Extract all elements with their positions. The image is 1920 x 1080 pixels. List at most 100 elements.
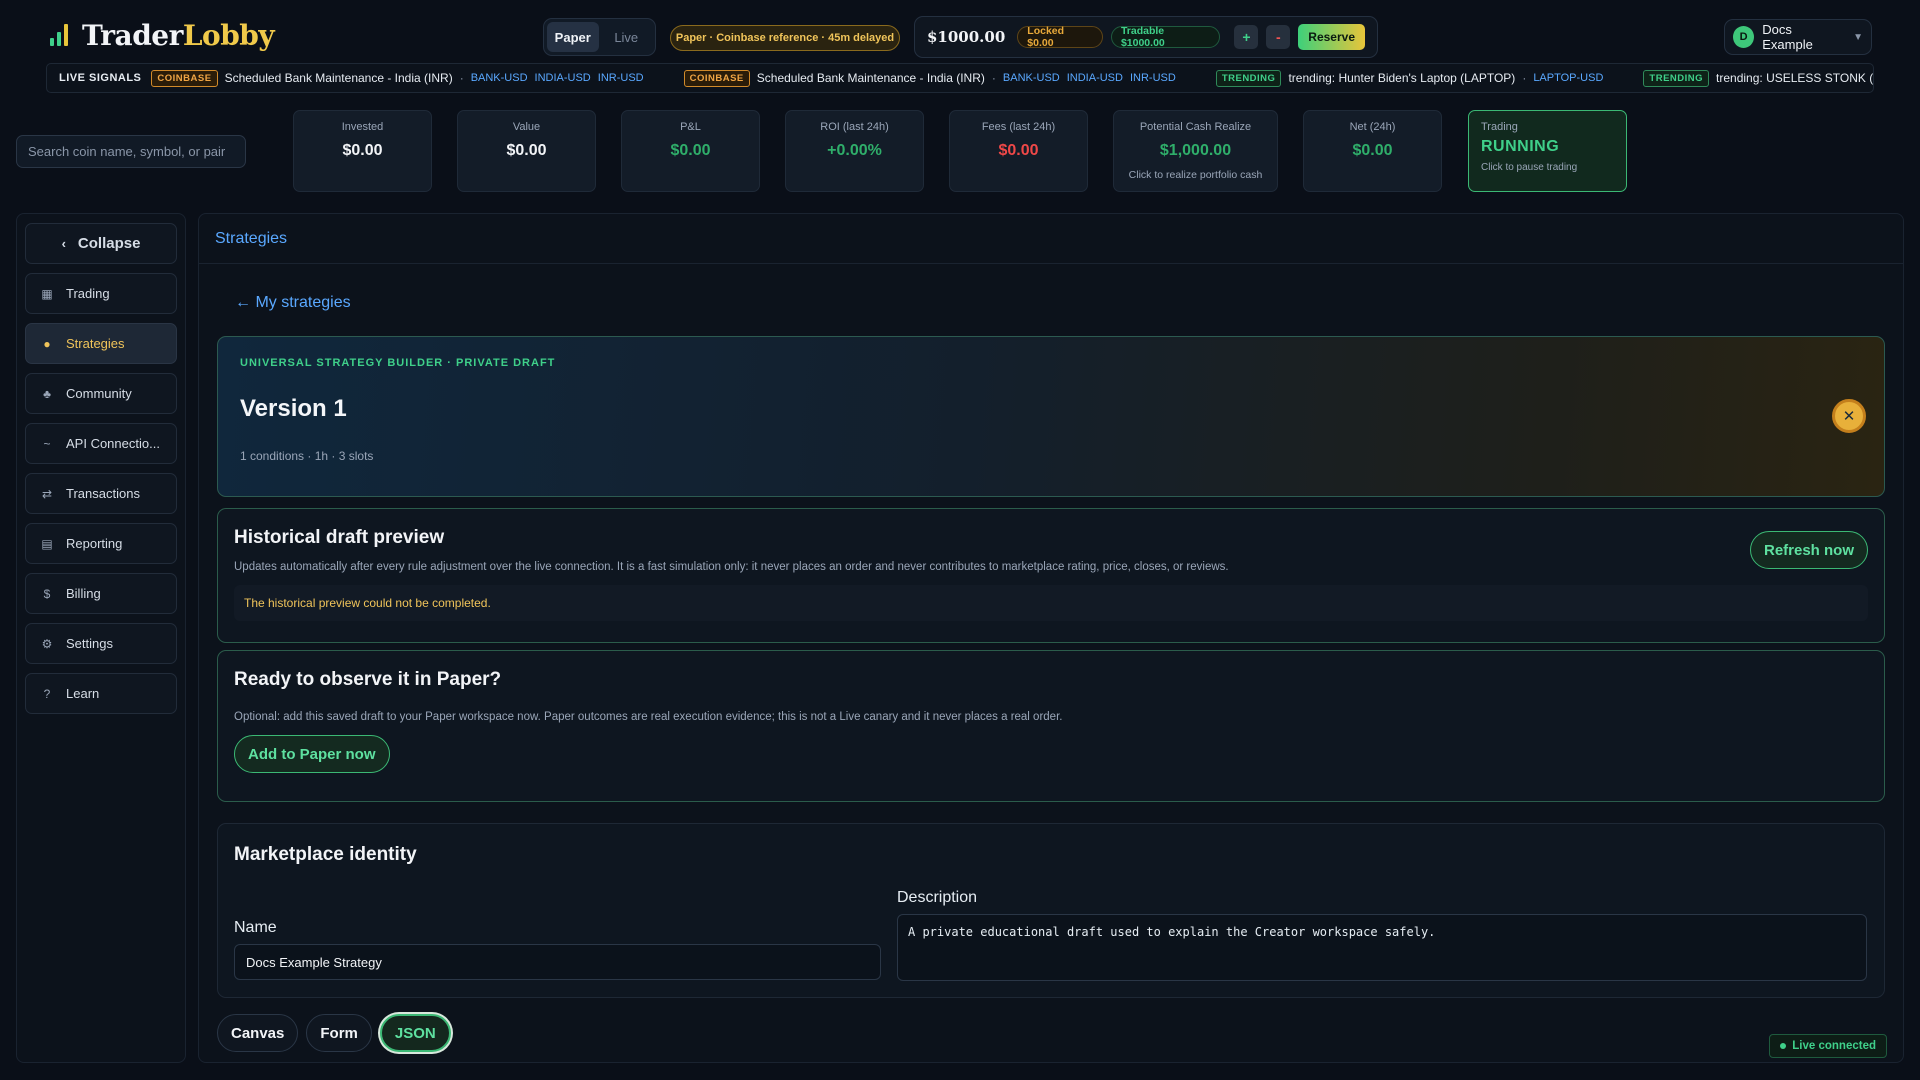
swap-icon: ⇄	[41, 486, 53, 501]
trading-label: Trading	[1481, 121, 1518, 133]
sidebar-item-reporting[interactable]: ▤ Reporting	[25, 523, 177, 564]
symbol-link[interactable]: INDIA-USD	[535, 72, 591, 84]
stat-label: P&L	[680, 121, 701, 133]
chevron-down-icon: ▼	[1853, 31, 1863, 43]
add-funds-button[interactable]: +	[1234, 25, 1259, 49]
app-logo[interactable]: TraderLobby	[50, 19, 275, 52]
collapse-button[interactable]: ‹ Collapse	[25, 223, 177, 264]
tab-json[interactable]: JSON	[379, 1014, 451, 1052]
add-to-paper-button[interactable]: Add to Paper now	[234, 735, 390, 773]
sidebar-item-label: Transactions	[66, 486, 140, 501]
sidebar-item-label: Strategies	[66, 336, 125, 351]
reserve-button[interactable]: Reserve	[1298, 24, 1366, 50]
historical-preview-panel: Historical draft preview Updates automat…	[217, 508, 1885, 643]
stat-net: Net (24h) $0.00	[1303, 110, 1442, 192]
sidebar-item-label: Billing	[66, 586, 101, 601]
strategy-name-input[interactable]	[234, 944, 881, 980]
trading-hint: Click to pause trading	[1481, 162, 1578, 173]
live-connection-status: Live connected	[1769, 1034, 1887, 1058]
chart-bars-icon	[50, 24, 68, 46]
stat-value: $1,000.00	[1159, 142, 1232, 159]
observe-title: Ready to observe it in Paper?	[234, 669, 502, 690]
report-icon: ▤	[41, 536, 53, 551]
description-label: Description	[897, 889, 978, 906]
sidebar-item-trading[interactable]: ▦ Trading	[25, 273, 177, 314]
strategy-meta: 1 conditions · 1h · 3 slots	[240, 449, 374, 463]
preview-warning: The historical preview could not be comp…	[234, 585, 1868, 621]
strategy-title: Version 1	[240, 395, 347, 422]
search-input[interactable]	[16, 135, 246, 168]
source-tag: TRENDING	[1215, 69, 1282, 87]
collapse-label: Collapse	[77, 235, 141, 252]
stat-fees: Fees (last 24h) $0.00	[949, 110, 1088, 192]
preview-title: Historical draft preview	[234, 527, 445, 548]
strategy-description-input[interactable]: A private educational draft used to expl…	[897, 914, 1867, 981]
stat-value: $0.00	[670, 142, 711, 159]
stat-label: Invested	[341, 121, 384, 133]
user-menu-button[interactable]: D Docs Example ▼	[1724, 19, 1872, 55]
ticker-item[interactable]: COINBASE Scheduled Bank Maintenance - In…	[151, 69, 644, 87]
stat-invested: Invested $0.00	[293, 110, 432, 192]
tab-canvas[interactable]: Canvas	[217, 1014, 299, 1052]
compass-icon: ✕	[1832, 399, 1866, 433]
stat-value: $0.00	[1352, 142, 1393, 159]
community-icon: ♣	[43, 386, 51, 401]
stat-value: $0.00	[506, 142, 547, 159]
preview-description: Updates automatically after every rule a…	[234, 561, 1229, 573]
sidebar-item-label: Community	[66, 386, 132, 401]
source-tag: COINBASE	[151, 69, 218, 87]
ticker-item[interactable]: COINBASE Scheduled Bank Maintenance - In…	[683, 69, 1176, 87]
sidebar-item-learn[interactable]: ? Learn	[25, 673, 177, 714]
symbol-link[interactable]: BANK-USD	[471, 72, 528, 84]
balance-box: $1000.00 Locked $0.00 Tradable $1000.00 …	[914, 16, 1378, 58]
marketplace-title: Marketplace identity	[234, 844, 417, 865]
symbol-link[interactable]: LAPTOP-USD	[1533, 72, 1603, 84]
stat-label: ROI (last 24h)	[820, 121, 889, 133]
stat-hint: Click to realize portfolio cash	[1128, 169, 1263, 181]
mode-live-button[interactable]: Live	[601, 22, 653, 52]
sidebar-item-label: Learn	[66, 686, 100, 701]
sidebar-item-api-connections[interactable]: ~ API Connectio...	[25, 423, 177, 464]
sidebar-item-billing[interactable]: $ Billing	[25, 573, 177, 614]
reference-badge: Paper · Coinbase reference · 45m delayed	[670, 25, 900, 51]
stat-value: +0.00%	[827, 142, 882, 159]
gear-icon: ⚙	[41, 636, 53, 651]
refresh-button[interactable]: Refresh now	[1749, 531, 1868, 569]
sidebar-item-transactions[interactable]: ⇄ Transactions	[25, 473, 177, 514]
sidebar-item-settings[interactable]: ⚙ Settings	[25, 623, 177, 664]
tab-form[interactable]: Form	[306, 1014, 372, 1052]
chevron-left-icon: ‹	[61, 236, 66, 251]
ticker-text: Scheduled Bank Maintenance - India (INR)	[224, 71, 453, 85]
sidebar-item-strategies[interactable]: ● Strategies	[25, 323, 177, 364]
symbol-link[interactable]: INR-USD	[598, 72, 644, 84]
stat-label: Potential Cash Realize	[1139, 121, 1252, 133]
page-title: Strategies	[199, 214, 1903, 264]
stat-label: Net (24h)	[1349, 121, 1396, 133]
hero-eyebrow: UNIVERSAL STRATEGY BUILDER · PRIVATE DRA…	[240, 357, 556, 369]
trading-status-toggle[interactable]: Trading RUNNING Click to pause trading	[1468, 110, 1627, 192]
question-icon: ?	[43, 686, 51, 701]
sidebar-item-label: Trading	[66, 286, 110, 301]
ticker-label: LIVE SIGNALS	[59, 72, 142, 84]
stat-potential-cash[interactable]: Potential Cash Realize $1,000.00 Click t…	[1113, 110, 1278, 192]
mode-toggle: Paper Live	[543, 18, 656, 56]
observe-paper-panel: Ready to observe it in Paper? Optional: …	[217, 650, 1885, 802]
ticker-item[interactable]: TRENDING trending: USELESS STONK (STONK	[1643, 69, 1873, 87]
user-name: Docs Example	[1762, 22, 1813, 52]
sidebar-item-community[interactable]: ♣ Community	[25, 373, 177, 414]
stat-roi: ROI (last 24h) +0.00%	[785, 110, 924, 192]
trading-status: RUNNING	[1481, 138, 1560, 155]
sidebar-item-label: Settings	[66, 636, 113, 651]
tradable-badge: Tradable $1000.00	[1110, 25, 1221, 49]
mode-paper-button[interactable]: Paper	[547, 22, 599, 52]
back-to-strategies-link[interactable]: ← My strategies	[235, 294, 351, 312]
symbol-link[interactable]: BANK-USD	[1003, 72, 1060, 84]
stat-label: Fees (last 24h)	[981, 121, 1056, 133]
stat-label: Value	[512, 121, 541, 133]
symbol-link[interactable]: INR-USD	[1130, 72, 1176, 84]
ticker-item[interactable]: TRENDING trending: Hunter Biden's Laptop…	[1215, 69, 1603, 87]
stat-value: $0.00	[998, 142, 1039, 159]
observe-description: Optional: add this saved draft to your P…	[234, 711, 1063, 723]
symbol-link[interactable]: INDIA-USD	[1067, 72, 1123, 84]
remove-funds-button[interactable]: -	[1266, 25, 1291, 49]
